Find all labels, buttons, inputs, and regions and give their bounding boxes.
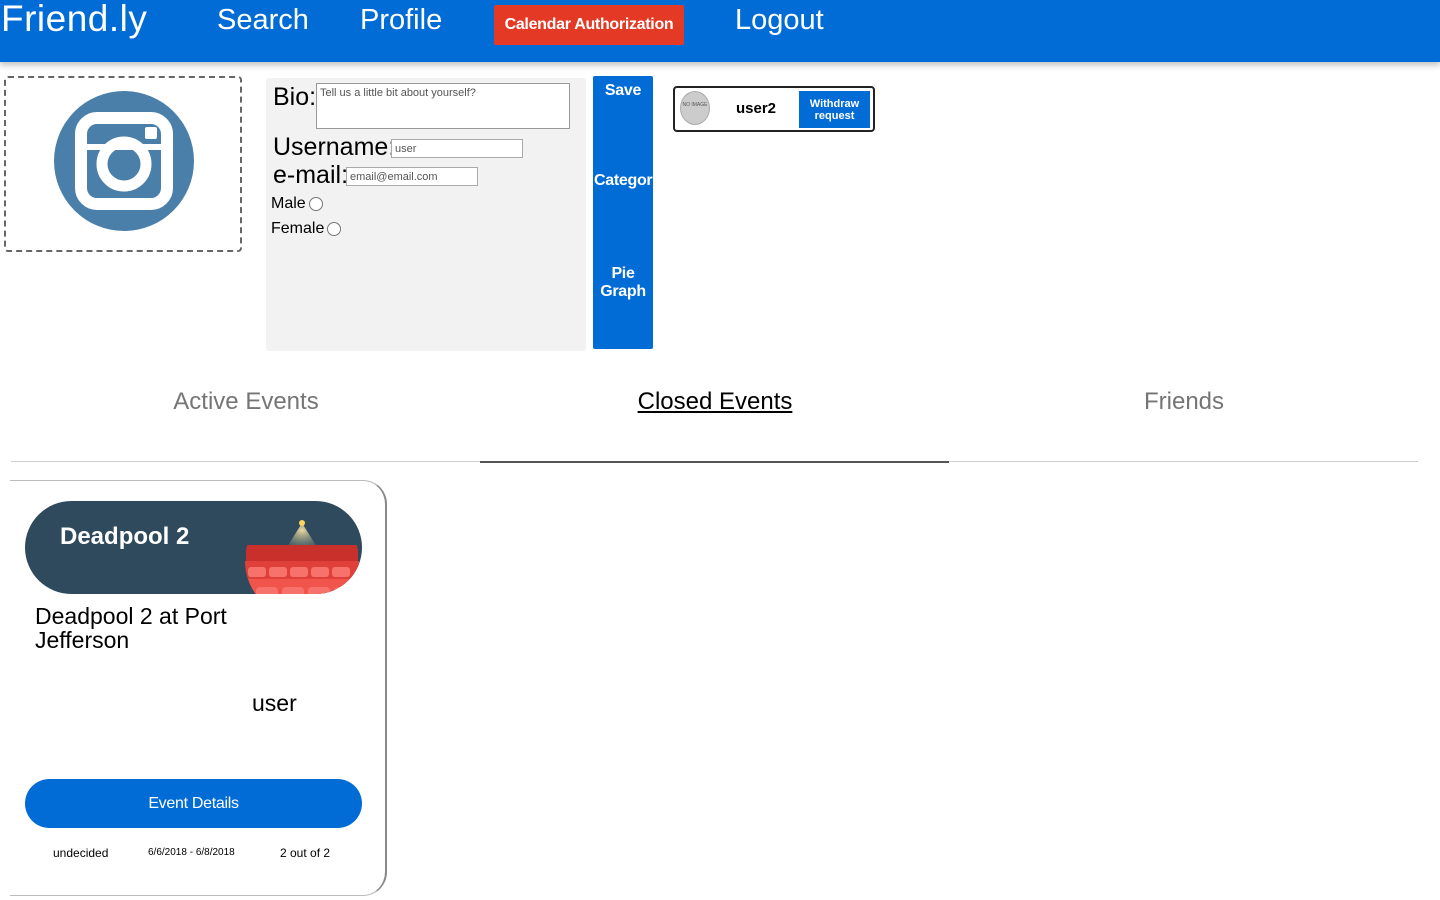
pending-friend-request: NO IMAGE user2 Withdraw request <box>673 86 875 132</box>
nav-logout-link[interactable]: Logout <box>735 4 824 37</box>
tab-closed-events[interactable]: Closed Events <box>565 388 865 416</box>
event-status: undecided <box>53 846 109 860</box>
brand-logo[interactable]: Friend.ly <box>1 0 147 40</box>
withdraw-label-line1: Withdraw <box>809 97 860 110</box>
event-subtitle: Deadpool 2 at Port Jefferson <box>35 603 227 653</box>
profile-form: Bio: Username: e-mail: Male Female <box>266 78 586 351</box>
gender-male-option[interactable]: Male <box>271 195 323 213</box>
gender-female-option[interactable]: Female <box>271 220 342 238</box>
withdraw-request-button[interactable]: Withdraw request <box>799 91 870 128</box>
bio-label: Bio: <box>273 83 317 111</box>
pie-graph-label-line1: Pie <box>611 265 635 282</box>
event-title: Deadpool 2 <box>60 523 190 550</box>
event-owner: user <box>252 690 297 716</box>
nav-search-link[interactable]: Search <box>217 4 309 37</box>
profile-actions-column: Save Categor Pie Graph <box>593 76 653 349</box>
friend-avatar: NO IMAGE <box>680 91 710 125</box>
active-tab-indicator <box>480 461 949 463</box>
withdraw-label-line2: request <box>814 109 855 122</box>
top-navbar: Friend.ly Search Profile Calendar Author… <box>0 0 1440 62</box>
tab-active-events[interactable]: Active Events <box>96 388 396 416</box>
pie-graph-label-line2: Graph <box>600 283 646 300</box>
tab-friends[interactable]: Friends <box>1034 388 1334 416</box>
username-label: Username: <box>273 133 396 161</box>
event-details-button[interactable]: Event Details <box>25 779 362 828</box>
event-date-range: 6/6/2018 - 6/8/2018 <box>148 847 235 858</box>
pie-graph-button[interactable]: Pie Graph <box>593 265 653 301</box>
email-label: e-mail: <box>273 161 349 189</box>
username-field[interactable] <box>391 139 523 158</box>
camera-icon <box>54 91 194 231</box>
categories-button[interactable]: Categor <box>594 172 653 190</box>
save-button[interactable]: Save <box>593 82 653 100</box>
event-attendance: 2 out of 2 <box>280 846 331 860</box>
gender-male-label: Male <box>271 195 306 212</box>
email-field[interactable] <box>346 167 478 186</box>
calendar-authorization-button[interactable]: Calendar Authorization <box>494 5 684 45</box>
profile-picture-upload[interactable] <box>4 76 242 252</box>
nav-profile-link[interactable]: Profile <box>360 4 442 37</box>
gender-female-radio[interactable] <box>327 222 342 236</box>
event-header: Deadpool 2 <box>25 501 362 594</box>
friend-username: user2 <box>736 100 777 117</box>
gender-male-radio[interactable] <box>308 197 323 211</box>
gender-female-label: Female <box>271 220 325 237</box>
movie-theater-icon <box>245 504 359 594</box>
event-card: Deadpool 2 Deadpool 2 at Port Jefferson … <box>10 480 387 896</box>
bio-textarea[interactable] <box>316 83 570 129</box>
